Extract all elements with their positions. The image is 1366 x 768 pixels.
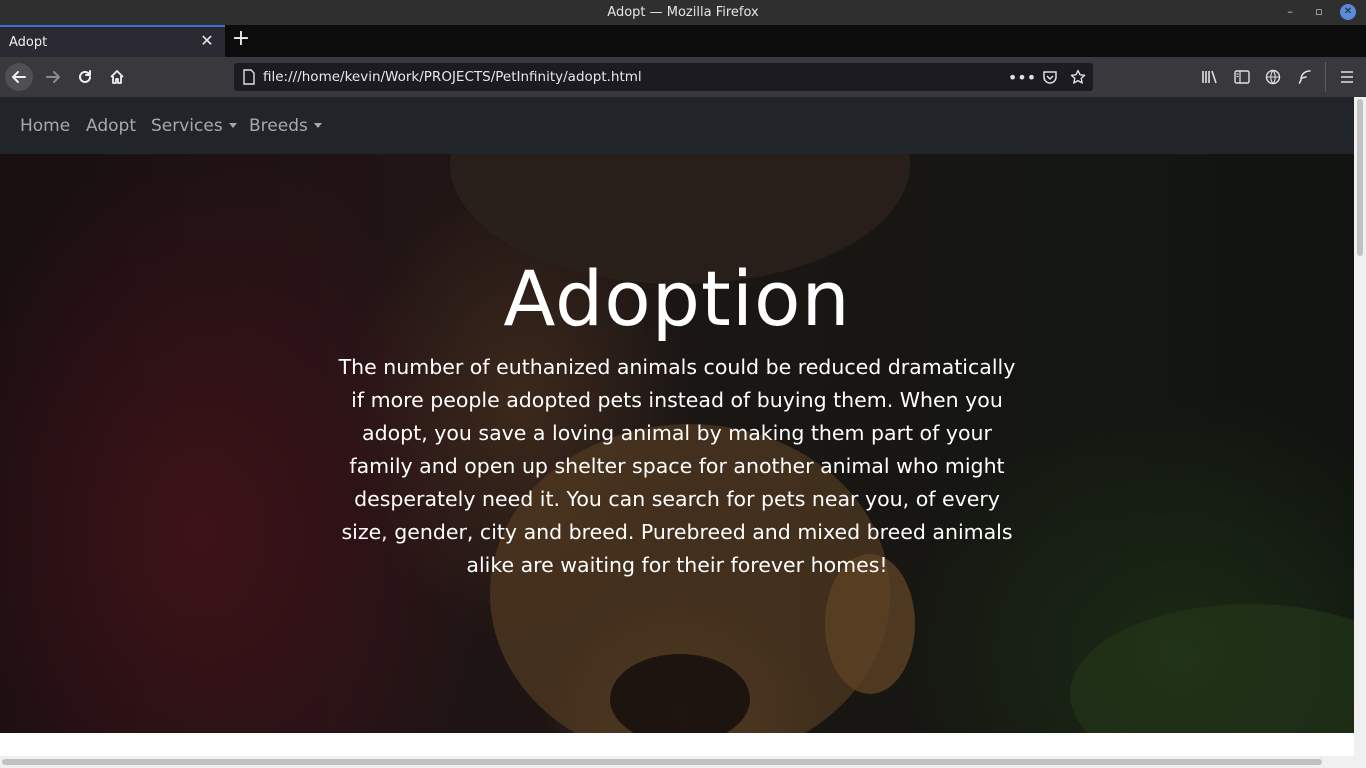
- page-icon: [242, 69, 258, 85]
- home-icon[interactable]: [103, 63, 131, 91]
- window-title: Adopt — Mozilla Firefox: [607, 5, 759, 20]
- forward-arrow-icon[interactable]: [39, 63, 67, 91]
- url-bar[interactable]: file:///home/kevin/Work/PROJECTS/PetInfi…: [234, 63, 1093, 91]
- nav-breeds-dropdown[interactable]: Breeds: [249, 116, 322, 136]
- nav-breeds-label: Breeds: [249, 116, 308, 136]
- url-text[interactable]: file:///home/kevin/Work/PROJECTS/PetInfi…: [263, 69, 642, 85]
- globe-icon[interactable]: [1263, 67, 1283, 87]
- page-viewport: Home Adopt Services Breeds Adoption The …: [0, 97, 1354, 756]
- nav-home-label: Home: [20, 116, 71, 136]
- caret-down-icon: [228, 123, 237, 128]
- page-content-below-hero: [0, 733, 1354, 756]
- site-navbar: Home Adopt Services Breeds: [0, 97, 1354, 154]
- back-arrow-icon[interactable]: [5, 63, 33, 91]
- window-titlebar: Adopt — Mozilla Firefox – ▫ ✕: [0, 0, 1366, 25]
- horizontal-scrollbar[interactable]: [0, 756, 1366, 768]
- caret-down-icon: [313, 123, 322, 128]
- horizontal-scrollbar-thumb[interactable]: [2, 759, 1322, 765]
- window-close-icon[interactable]: ✕: [1340, 4, 1356, 20]
- pocket-icon[interactable]: [1040, 67, 1060, 87]
- nav-services-label: Services: [151, 116, 223, 136]
- new-tab-button[interactable]: +: [231, 27, 251, 51]
- nav-adopt-label: Adopt: [86, 116, 136, 136]
- reload-icon[interactable]: [71, 63, 99, 91]
- sidebar-icon[interactable]: [1232, 67, 1252, 87]
- tab-close-icon[interactable]: ✕: [199, 32, 215, 50]
- vertical-scrollbar[interactable]: [1354, 97, 1366, 756]
- more-actions-icon[interactable]: •••: [1008, 67, 1036, 87]
- library-icon[interactable]: [1200, 67, 1220, 87]
- nav-home-link[interactable]: Home: [20, 116, 70, 136]
- tab-adopt[interactable]: Adopt ✕: [0, 25, 225, 57]
- hero-section: Adoption The number of euthanized animal…: [0, 154, 1354, 733]
- feather-extension-icon[interactable]: [1295, 67, 1315, 87]
- navigation-toolbar: file:///home/kevin/Work/PROJECTS/PetInfi…: [0, 57, 1366, 97]
- bookmark-star-icon[interactable]: [1068, 67, 1088, 87]
- tab-label: Adopt: [9, 35, 48, 50]
- minimize-icon[interactable]: –: [1282, 4, 1298, 20]
- hero-heading: Adoption: [503, 254, 851, 343]
- tab-strip: Adopt ✕ +: [0, 25, 1366, 57]
- hamburger-menu-icon[interactable]: [1337, 67, 1357, 87]
- toolbar-separator: [1325, 62, 1326, 92]
- nav-adopt-link[interactable]: Adopt: [86, 116, 136, 136]
- vertical-scrollbar-thumb[interactable]: [1357, 99, 1363, 256]
- hero-body-text: The number of euthanized animals could b…: [338, 355, 1016, 577]
- nav-services-dropdown[interactable]: Services: [151, 116, 237, 136]
- maximize-icon[interactable]: ▫: [1311, 4, 1327, 20]
